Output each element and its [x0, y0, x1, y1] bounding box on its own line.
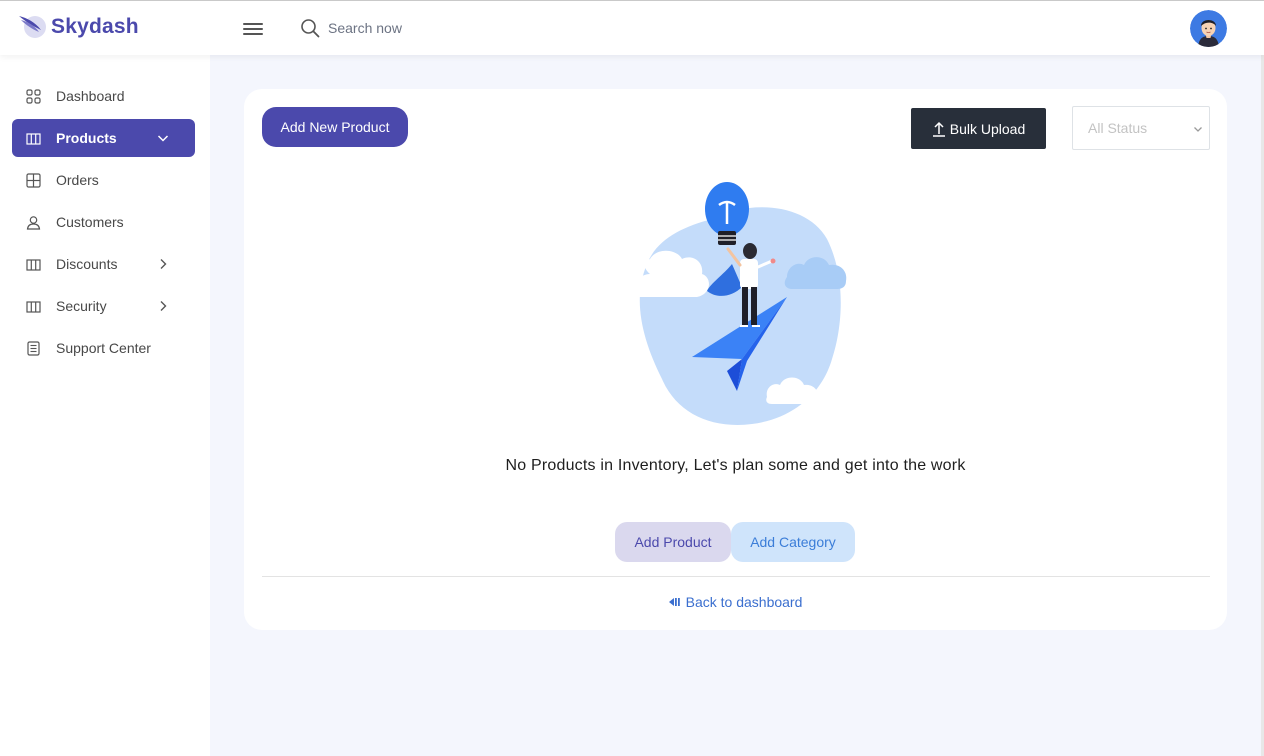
- bulk-upload-label: Bulk Upload: [949, 120, 1026, 137]
- top-navbar: Skydash: [0, 0, 1264, 55]
- sidebar-item-label: Dashboard: [56, 88, 125, 104]
- avatar-icon: [1190, 10, 1227, 47]
- sidebar: Dashboard Products Orders Customers Disc…: [0, 55, 210, 756]
- brand-logo[interactable]: Skydash: [17, 12, 139, 42]
- sidebar-item-label: Security: [56, 298, 107, 314]
- sidebar-item-label: Support Center: [56, 340, 151, 356]
- bulk-upload-button[interactable]: Bulk Upload: [911, 108, 1046, 149]
- back-link-label: Back to dashboard: [685, 594, 803, 610]
- sidebar-item-label: Products: [56, 130, 117, 146]
- grid-icon: [26, 88, 41, 104]
- menu-toggle-icon[interactable]: [243, 20, 263, 38]
- sidebar-item-label: Customers: [56, 214, 124, 230]
- empty-state-illustration: [635, 182, 847, 425]
- columns-icon: [26, 132, 41, 145]
- sidebar-item-products[interactable]: Products: [12, 119, 195, 157]
- skydash-logo-icon: [19, 16, 46, 38]
- sidebar-nav: Dashboard Products Orders Customers Disc…: [12, 77, 195, 371]
- sidebar-item-customers[interactable]: Customers: [12, 203, 195, 241]
- sidebar-item-orders[interactable]: Orders: [12, 161, 195, 199]
- sidebar-item-discounts[interactable]: Discounts: [12, 245, 195, 283]
- add-category-button[interactable]: Add Category: [731, 522, 855, 562]
- add-new-product-button[interactable]: Add New Product: [262, 107, 408, 147]
- document-icon: [27, 340, 40, 356]
- status-select[interactable]: All Status: [1072, 106, 1210, 150]
- columns-icon: [26, 300, 41, 313]
- add-product-button[interactable]: Add Product: [615, 522, 731, 562]
- brand-name: Skydash: [51, 15, 139, 38]
- search-icon: [301, 19, 320, 38]
- sidebar-item-dashboard[interactable]: Dashboard: [12, 77, 195, 115]
- upload-icon: [932, 121, 945, 137]
- products-card: Add New Product Bulk Upload All Status N…: [244, 89, 1227, 630]
- chevron-right-icon: [160, 259, 167, 269]
- card-divider: [262, 576, 1210, 577]
- sidebar-item-label: Orders: [56, 172, 99, 188]
- columns-icon: [26, 258, 41, 271]
- back-icon: [668, 598, 680, 606]
- sidebar-item-security[interactable]: Security: [12, 287, 195, 325]
- back-link-row: Back to dashboard: [244, 594, 1227, 610]
- table-icon: [26, 172, 41, 188]
- sidebar-item-label: Discounts: [56, 256, 118, 272]
- profile-avatar[interactable]: [1190, 10, 1227, 47]
- user-icon: [26, 215, 41, 230]
- search-bar: [300, 18, 528, 38]
- status-select-value: All Status: [1088, 120, 1148, 136]
- chevron-down-icon: [157, 135, 169, 142]
- sidebar-item-support-center[interactable]: Support Center: [12, 329, 195, 367]
- back-to-dashboard-link[interactable]: Back to dashboard: [668, 594, 803, 610]
- empty-state-message: No Products in Inventory, Let's plan som…: [505, 457, 966, 474]
- chevron-down-icon: [1194, 127, 1202, 132]
- search-input[interactable]: [328, 20, 528, 36]
- chevron-right-icon: [160, 301, 167, 311]
